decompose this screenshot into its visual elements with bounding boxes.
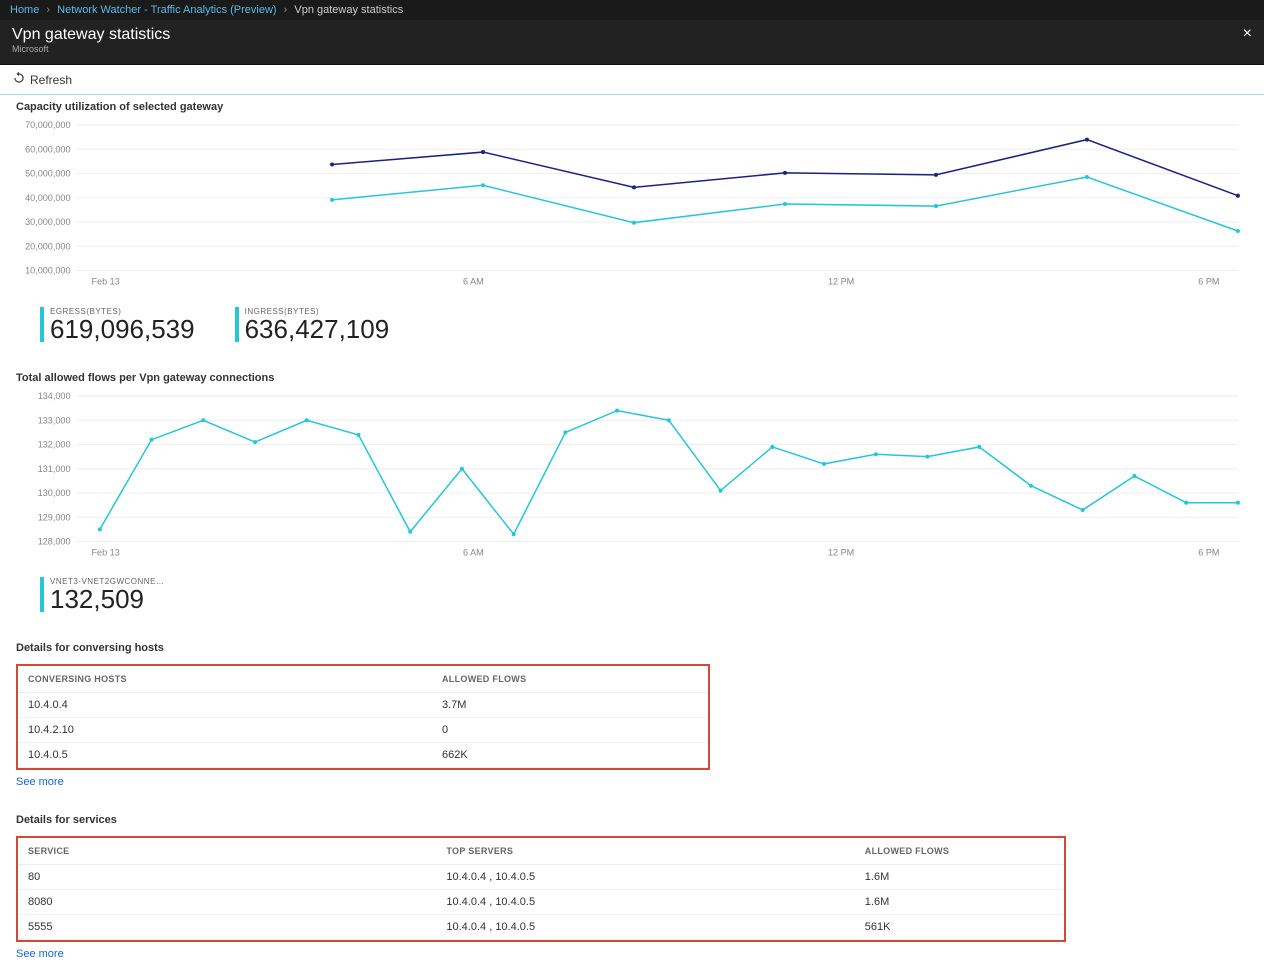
col-top-servers[interactable]: TOP SERVERS: [436, 838, 854, 865]
svg-text:30,000,000: 30,000,000: [25, 217, 70, 227]
col-conversing-hosts[interactable]: CONVERSING HOSTS: [18, 666, 432, 693]
svg-text:60,000,000: 60,000,000: [25, 144, 70, 154]
hosts-table: CONVERSING HOSTS ALLOWED FLOWS 10.4.0.43…: [18, 666, 708, 768]
cell-host: 10.4.0.5: [18, 743, 432, 768]
svg-text:10,000,000: 10,000,000: [25, 266, 70, 276]
svg-text:6 AM: 6 AM: [463, 277, 484, 287]
svg-text:70,000,000: 70,000,000: [25, 120, 70, 130]
metric-egress: EGRESS(BYTES) 619,096,539: [40, 307, 195, 342]
capacity-chart[interactable]: 10,000,000 20,000,000 30,000,000 40,000,000…: [16, 119, 1248, 291]
cell-flows: 0: [432, 718, 708, 743]
flows-metrics: VNET3-VNET2GWCONNE… 132,509: [0, 573, 1264, 636]
table-row[interactable]: 10.4.2.100: [18, 718, 708, 743]
svg-text:129,000: 129,000: [38, 512, 71, 522]
services-table-block: SERVICE TOP SERVERS ALLOWED FLOWS 8010.4…: [16, 836, 1066, 942]
svg-text:132,000: 132,000: [38, 439, 71, 449]
metric-value: 132,509: [50, 586, 164, 612]
breadcrumb-separator: ›: [46, 4, 50, 16]
svg-text:Feb 13: Feb 13: [91, 547, 119, 557]
cell-host: 10.4.0.4: [18, 693, 432, 718]
flows-title: Total allowed flows per Vpn gateway conn…: [16, 366, 1248, 390]
hosts-title: Details for conversing hosts: [16, 636, 1248, 660]
svg-text:12 PM: 12 PM: [828, 547, 854, 557]
breadcrumb-separator: ›: [284, 4, 288, 16]
capacity-title: Capacity utilization of selected gateway: [16, 95, 1248, 119]
breadcrumb: Home › Network Watcher - Traffic Analyti…: [0, 0, 1264, 20]
breadcrumb-current: Vpn gateway statistics: [294, 4, 403, 16]
svg-text:12 PM: 12 PM: [828, 277, 854, 287]
table-row[interactable]: 10.4.0.5662K: [18, 743, 708, 768]
refresh-icon: [12, 71, 26, 88]
close-icon[interactable]: ×: [1243, 26, 1252, 42]
table-row[interactable]: 555510.4.0.4 , 10.4.0.5561K: [18, 915, 1064, 940]
svg-text:133,000: 133,000: [38, 415, 71, 425]
services-section: Details for services: [0, 808, 1264, 834]
svg-text:40,000,000: 40,000,000: [25, 193, 70, 203]
cell-flows: 561K: [855, 915, 1064, 940]
breadcrumb-home[interactable]: Home: [10, 4, 39, 16]
metric-ingress: INGRESS(BYTES) 636,427,109: [235, 307, 390, 342]
table-row[interactable]: 8010.4.0.4 , 10.4.0.51.6M: [18, 865, 1064, 890]
cell-servers: 10.4.0.4 , 10.4.0.5: [436, 890, 854, 915]
table-row[interactable]: 808010.4.0.4 , 10.4.0.51.6M: [18, 890, 1064, 915]
cell-host: 10.4.2.10: [18, 718, 432, 743]
hosts-see-more[interactable]: See more: [0, 772, 1264, 808]
svg-text:131,000: 131,000: [38, 463, 71, 473]
cell-flows: 662K: [432, 743, 708, 768]
metric-value: 636,427,109: [245, 316, 390, 342]
flows-chart[interactable]: 128,000 129,000 130,000 131,000 132,000 133,0…: [16, 390, 1248, 562]
metric-vnet-conn: VNET3-VNET2GWCONNE… 132,509: [40, 577, 164, 612]
cell-servers: 10.4.0.4 , 10.4.0.5: [436, 915, 854, 940]
page-title: Vpn gateway statistics: [12, 26, 170, 44]
cell-servers: 10.4.0.4 , 10.4.0.5: [436, 865, 854, 890]
breadcrumb-network-watcher[interactable]: Network Watcher - Traffic Analytics (Pre…: [57, 4, 276, 16]
flows-section: Total allowed flows per Vpn gateway conn…: [0, 366, 1264, 574]
capacity-section: Capacity utilization of selected gateway…: [0, 95, 1264, 303]
services-table: SERVICE TOP SERVERS ALLOWED FLOWS 8010.4…: [18, 838, 1064, 940]
cell-flows: 3.7M: [432, 693, 708, 718]
svg-text:130,000: 130,000: [38, 488, 71, 498]
col-allowed-flows[interactable]: ALLOWED FLOWS: [432, 666, 708, 693]
svg-text:6 PM: 6 PM: [1198, 547, 1219, 557]
capacity-metrics: EGRESS(BYTES) 619,096,539 INGRESS(BYTES)…: [0, 303, 1264, 366]
hosts-section: Details for conversing hosts: [0, 636, 1264, 662]
hosts-table-block: CONVERSING HOSTS ALLOWED FLOWS 10.4.0.43…: [16, 664, 710, 770]
col-service[interactable]: SERVICE: [18, 838, 436, 865]
refresh-label: Refresh: [30, 73, 72, 87]
cell-service: 5555: [18, 915, 436, 940]
svg-text:Feb 13: Feb 13: [91, 277, 119, 287]
toolbar: Refresh: [0, 65, 1264, 95]
services-see-more[interactable]: See more: [0, 944, 1264, 980]
cell-flows: 1.6M: [855, 890, 1064, 915]
refresh-button[interactable]: Refresh: [12, 71, 72, 88]
svg-text:6 AM: 6 AM: [463, 547, 484, 557]
metric-value: 619,096,539: [50, 316, 195, 342]
title-bar: Vpn gateway statistics Microsoft ×: [0, 20, 1264, 65]
svg-text:20,000,000: 20,000,000: [25, 241, 70, 251]
services-title: Details for services: [16, 808, 1248, 832]
svg-text:50,000,000: 50,000,000: [25, 169, 70, 179]
page-subtitle: Microsoft: [12, 44, 170, 54]
svg-text:6 PM: 6 PM: [1198, 277, 1219, 287]
cell-service: 8080: [18, 890, 436, 915]
cell-flows: 1.6M: [855, 865, 1064, 890]
col-allowed-flows[interactable]: ALLOWED FLOWS: [855, 838, 1064, 865]
table-row[interactable]: 10.4.0.43.7M: [18, 693, 708, 718]
cell-service: 80: [18, 865, 436, 890]
svg-text:128,000: 128,000: [38, 536, 71, 546]
svg-text:134,000: 134,000: [38, 391, 71, 401]
